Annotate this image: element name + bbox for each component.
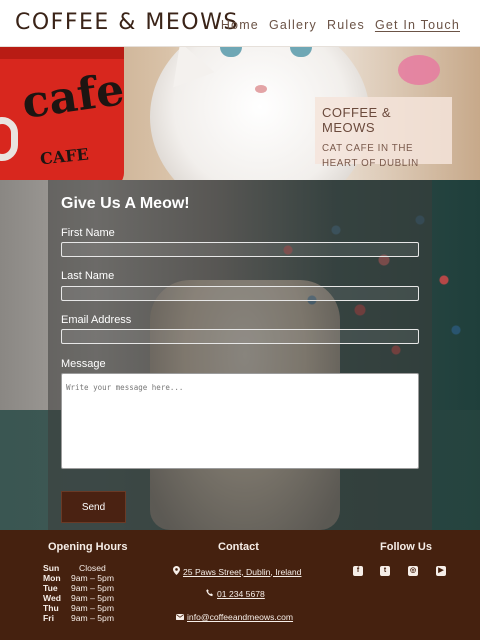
send-button[interactable]: Send	[61, 491, 126, 523]
envelope-icon	[176, 612, 184, 622]
phone-text: 01 234 5678	[217, 589, 265, 599]
phone-icon	[206, 589, 214, 599]
opening-hours-title: Opening Hours	[48, 541, 128, 553]
map-marker-icon	[173, 566, 180, 577]
hours-time: Closed	[79, 563, 106, 573]
facebook-icon[interactable]: f	[353, 566, 363, 576]
hero-banner: cafe CAFE COFFEE & MEOWS CAT CAFE IN THE…	[0, 47, 480, 180]
hours-day: Tue	[43, 583, 58, 593]
last-name-input[interactable]	[61, 286, 419, 301]
hours-row: Mon 9am – 5pm	[43, 573, 114, 583]
cat-nose	[255, 85, 267, 93]
hours-day: Fri	[43, 613, 54, 623]
follow-us-title: Follow Us	[380, 541, 432, 553]
youtube-icon[interactable]: ▶	[436, 566, 446, 576]
email-link[interactable]: info@coffeeandmeows.com	[176, 612, 293, 622]
hours-day: Mon	[43, 573, 61, 583]
hours-time: 9am – 5pm	[71, 613, 114, 623]
brand-logo[interactable]: COFFEE & MEOWS	[15, 10, 239, 35]
hours-row: Fri 9am – 5pm	[43, 613, 114, 623]
message-textarea[interactable]: Write your message here...	[61, 373, 419, 469]
hero-card: COFFEE & MEOWS CAT CAFE IN THE HEART OF …	[315, 97, 452, 169]
cup-rim	[0, 47, 124, 59]
opening-hours-list: Sun Closed Mon 9am – 5pm Tue 9am – 5pm Wed 9…	[43, 563, 114, 623]
contact-title: Contact	[218, 541, 259, 553]
hours-day: Sun	[43, 563, 60, 573]
nav-gallery[interactable]: Gallery	[269, 18, 317, 32]
hours-time: 9am – 5pm	[71, 593, 114, 603]
email-label: Email Address	[61, 314, 132, 326]
pink-flower-image	[398, 55, 440, 85]
email-text: info@coffeeandmeows.com	[187, 612, 294, 622]
address-text: 25 Paws Street, Dublin, Ireland	[183, 566, 302, 577]
hero-card-title: COFFEE & MEOWS	[322, 105, 392, 135]
form-title: Give Us A Meow!	[61, 195, 190, 212]
last-name-label: Last Name	[61, 270, 115, 282]
hours-day: Wed	[43, 593, 61, 603]
hours-time: 9am – 5pm	[71, 583, 114, 593]
hours-time: 9am – 5pm	[71, 603, 114, 613]
hero-card-subtitle: CAT CAFE IN THE HEART OF DUBLIN	[322, 143, 419, 169]
hours-day: Thu	[43, 603, 59, 613]
message-label: Message	[61, 358, 106, 370]
hours-row: Thu 9am – 5pm	[43, 603, 114, 613]
hours-row: Tue 9am – 5pm	[43, 583, 114, 593]
site-footer: Opening Hours Sun Closed Mon 9am – 5pm Tue…	[0, 530, 480, 640]
first-name-label: First Name	[61, 227, 115, 239]
message-placeholder: Write your message here...	[66, 383, 184, 392]
first-name-input[interactable]	[61, 242, 419, 257]
site-header: COFFEE & MEOWS Home Gallery Rules Get In…	[0, 0, 480, 47]
main-nav: Home Gallery Rules Get In Touch	[221, 18, 460, 32]
nav-get-in-touch[interactable]: Get In Touch	[375, 18, 460, 32]
twitter-icon[interactable]: t	[380, 566, 390, 576]
nav-home[interactable]: Home	[221, 18, 259, 32]
instagram-icon[interactable]: ◎	[408, 566, 418, 576]
nav-rules[interactable]: Rules	[327, 18, 365, 32]
phone-link[interactable]: 01 234 5678	[206, 589, 265, 599]
address-link[interactable]: 25 Paws Street, Dublin, Ireland	[173, 566, 301, 577]
email-input[interactable]	[61, 329, 419, 344]
hours-row: Sun Closed	[43, 563, 114, 573]
hours-row: Wed 9am – 5pm	[43, 593, 114, 603]
hours-time: 9am – 5pm	[71, 573, 114, 583]
